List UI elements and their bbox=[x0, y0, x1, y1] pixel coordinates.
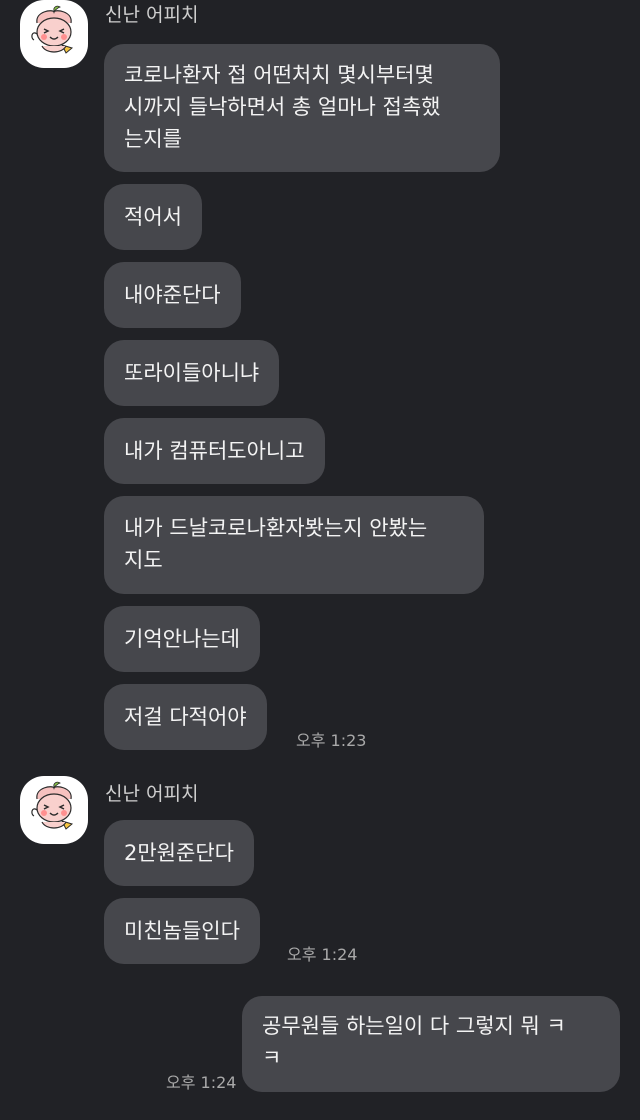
message-bubble[interactable]: 내야준단다 bbox=[104, 262, 241, 328]
message-bubble[interactable]: 코로나환자 접 어떤처치 몇시부터몇 시까지 들낙하면서 총 얼마나 접촉했 는… bbox=[104, 44, 500, 172]
message-bubble[interactable]: 저걸 다적어야 bbox=[104, 684, 267, 750]
message-timestamp: 오후 1:24 bbox=[166, 1073, 237, 1092]
message-bubble[interactable]: 미친놈들인다 bbox=[104, 898, 260, 964]
sender-name: 신난 어피치 bbox=[105, 4, 199, 26]
my-message-bubble[interactable]: 공무원들 하는일이 다 그렇지 뭐 ㅋ ㅋ bbox=[242, 996, 620, 1092]
peach-character-icon bbox=[31, 5, 74, 54]
peach-character-icon bbox=[31, 781, 74, 830]
message-timestamp: 오후 1:23 bbox=[296, 731, 367, 750]
sender-avatar[interactable] bbox=[20, 0, 88, 68]
message-timestamp: 오후 1:24 bbox=[287, 945, 358, 964]
sender-avatar[interactable] bbox=[20, 776, 88, 844]
message-bubble[interactable]: 또라이들아니냐 bbox=[104, 340, 280, 406]
message-bubble[interactable]: 기억안나는데 bbox=[104, 606, 260, 672]
message-bubble[interactable]: 2만원준단다 bbox=[104, 820, 254, 886]
message-bubble[interactable]: 내가 드날코로나환자봣는지 안봤는 지도 bbox=[104, 496, 484, 594]
sender-name: 신난 어피치 bbox=[105, 783, 199, 805]
message-bubble[interactable]: 적어서 bbox=[104, 184, 202, 250]
message-bubble[interactable]: 내가 컴퓨터도아니고 bbox=[104, 418, 325, 484]
